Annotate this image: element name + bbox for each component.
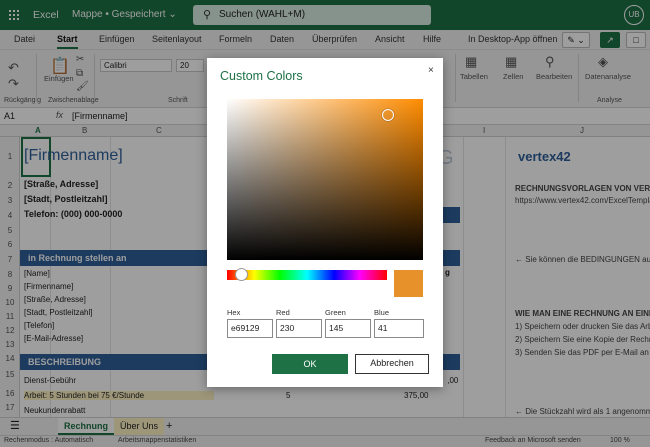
hue-slider[interactable]	[227, 268, 387, 281]
green-label: Green	[325, 308, 346, 317]
hue-slider-handle[interactable]	[235, 268, 249, 281]
hex-label: Hex	[227, 308, 241, 317]
hex-input[interactable]: e69129	[227, 319, 273, 338]
blue-label: Blue	[374, 308, 390, 317]
red-input[interactable]: 230	[276, 319, 322, 338]
cancel-button[interactable]: Abbrechen	[355, 354, 429, 374]
selected-color-swatch	[394, 270, 423, 297]
blue-input[interactable]: 41	[374, 319, 424, 338]
saturation-value-picker[interactable]	[227, 99, 423, 260]
red-label: Red	[276, 308, 290, 317]
ok-button[interactable]: OK	[272, 354, 348, 374]
color-picker-handle[interactable]	[381, 109, 394, 122]
close-icon[interactable]: ×	[428, 65, 434, 76]
dialog-title: Custom Colors	[220, 69, 303, 83]
green-input[interactable]: 145	[325, 319, 371, 338]
custom-colors-dialog: Custom Colors × Hex Red Green Blue e6912…	[207, 58, 443, 387]
